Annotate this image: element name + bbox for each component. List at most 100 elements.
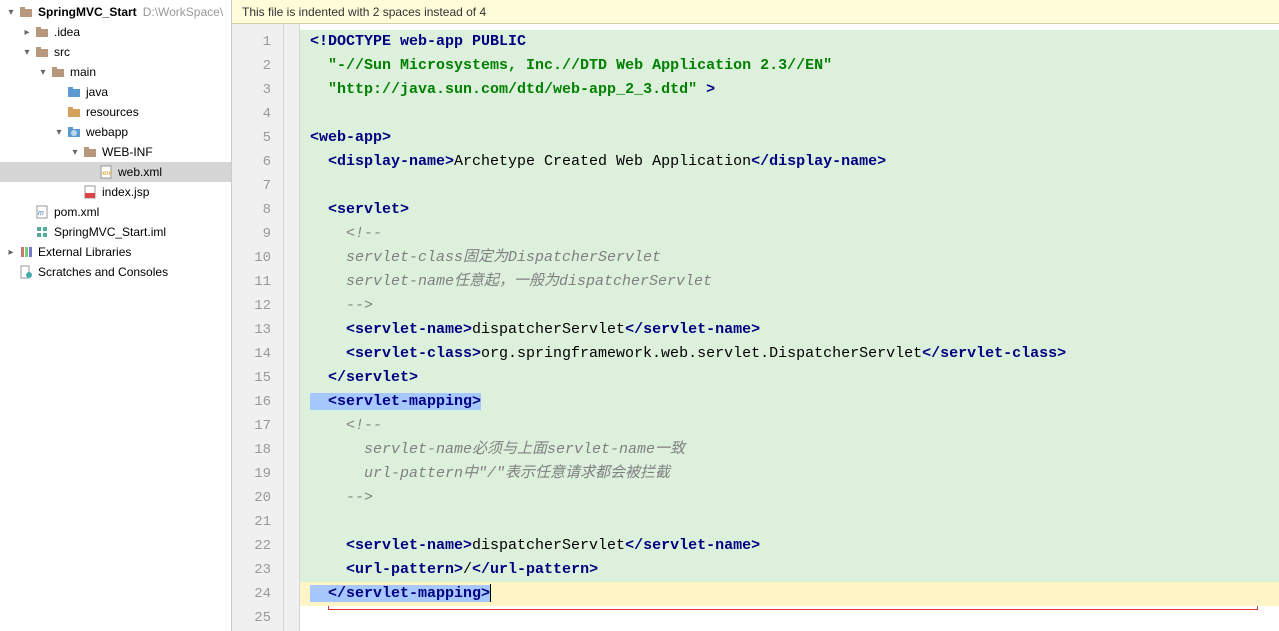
project-tree-panel[interactable]: ▾ SpringMVC_Start D:\WorkSpace\ ▸ .idea … [0, 0, 232, 631]
tree-label: pom.xml [54, 205, 99, 219]
line-number[interactable]: 6 [232, 150, 283, 174]
warning-text: This file is indented with 2 spaces inst… [242, 5, 486, 19]
line-number[interactable]: 11 [232, 270, 283, 294]
code-line[interactable] [300, 606, 1279, 630]
tree-node-webapp[interactable]: ▾ webapp [0, 122, 231, 142]
line-number[interactable]: 3 [232, 78, 283, 102]
line-number[interactable]: 9 [232, 222, 283, 246]
line-number[interactable]: 13 [232, 318, 283, 342]
line-number[interactable]: 8 [232, 198, 283, 222]
tree-node-scratches[interactable]: Scratches and Consoles [0, 262, 231, 282]
line-number[interactable]: 18 [232, 438, 283, 462]
code-line[interactable]: <servlet> [300, 198, 1279, 222]
code-line[interactable]: <servlet-name>dispatcherServlet</servlet… [300, 318, 1279, 342]
chevron-down-icon[interactable]: ▾ [4, 7, 18, 18]
fold-gutter[interactable] [284, 24, 300, 631]
ide-root: ▾ SpringMVC_Start D:\WorkSpace\ ▸ .idea … [0, 0, 1279, 631]
code-line[interactable]: <!-- [300, 414, 1279, 438]
line-number[interactable]: 14 [232, 342, 283, 366]
code-line[interactable]: </servlet-mapping> [300, 582, 1279, 606]
line-number[interactable]: 16 [232, 390, 283, 414]
chevron-right-icon[interactable]: ▸ [20, 27, 34, 38]
line-number[interactable]: 24 [232, 582, 283, 606]
text-caret [490, 584, 491, 602]
tree-node-src[interactable]: ▾ src [0, 42, 231, 62]
code-line[interactable]: "-//Sun Microsystems, Inc.//DTD Web Appl… [300, 54, 1279, 78]
scratches-icon [18, 264, 34, 280]
line-number[interactable]: 22 [232, 534, 283, 558]
jsp-file-icon [82, 184, 98, 200]
chevron-down-icon[interactable]: ▾ [52, 127, 66, 138]
code-line[interactable]: "http://java.sun.com/dtd/web-app_2_3.dtd… [300, 78, 1279, 102]
tree-node-external-libraries[interactable]: ▸ External Libraries [0, 242, 231, 262]
xml-file-icon: xml [98, 164, 114, 180]
line-number[interactable]: 21 [232, 510, 283, 534]
editor-body[interactable]: 1 2 3 4 5 6 7 8 9 10 11 12 13 14 15 16 1… [232, 24, 1279, 631]
web-folder-icon [66, 124, 82, 140]
line-number[interactable]: 17 [232, 414, 283, 438]
line-number[interactable]: 7 [232, 174, 283, 198]
line-number[interactable]: 23 [232, 558, 283, 582]
tree-label: src [54, 45, 70, 59]
code-line[interactable]: servlet-name任意起，一般为dispatcherServlet [300, 270, 1279, 294]
chevron-down-icon[interactable]: ▾ [36, 67, 50, 78]
line-number[interactable]: 10 [232, 246, 283, 270]
tree-node-webinf[interactable]: ▾ WEB-INF [0, 142, 231, 162]
code-line[interactable] [300, 174, 1279, 198]
line-number[interactable]: 15 [232, 366, 283, 390]
line-number[interactable]: 12 [232, 294, 283, 318]
svg-text:xml: xml [102, 171, 111, 177]
chevron-down-icon[interactable]: ▾ [20, 47, 34, 58]
indentation-warning-bar[interactable]: This file is indented with 2 spaces inst… [232, 0, 1279, 24]
code-line[interactable]: <!DOCTYPE web-app PUBLIC [300, 30, 1279, 54]
line-number[interactable]: 2 [232, 54, 283, 78]
code-line[interactable]: <url-pattern>/</url-pattern> [300, 558, 1279, 582]
project-path: D:\WorkSpace\ [143, 5, 223, 19]
code-line[interactable]: </servlet> [300, 366, 1279, 390]
code-line[interactable]: <servlet-class>org.springframework.web.s… [300, 342, 1279, 366]
code-content[interactable]: <!DOCTYPE web-app PUBLIC "-//Sun Microsy… [300, 24, 1279, 631]
code-line[interactable]: servlet-class固定为DispatcherServlet [300, 246, 1279, 270]
tree-node-project-root[interactable]: ▾ SpringMVC_Start D:\WorkSpace\ [0, 2, 231, 22]
tree-node-main[interactable]: ▾ main [0, 62, 231, 82]
code-line[interactable]: <display-name>Archetype Created Web Appl… [300, 150, 1279, 174]
code-line[interactable]: --> [300, 486, 1279, 510]
code-line[interactable]: <servlet-name>dispatcherServlet</servlet… [300, 534, 1279, 558]
code-line[interactable]: --> [300, 294, 1279, 318]
tree-label: Scratches and Consoles [38, 265, 168, 279]
tree-node-java[interactable]: java [0, 82, 231, 102]
tree-node-pom[interactable]: m pom.xml [0, 202, 231, 222]
tree-node-idea[interactable]: ▸ .idea [0, 22, 231, 42]
chevron-right-icon[interactable]: ▸ [4, 247, 18, 258]
chevron-down-icon[interactable]: ▾ [68, 147, 82, 158]
tree-label: java [86, 85, 108, 99]
tree-node-webxml[interactable]: xml web.xml [0, 162, 231, 182]
code-line[interactable]: url-pattern中"/"表示任意请求都会被拦截 [300, 462, 1279, 486]
line-number[interactable]: 25 [232, 606, 283, 630]
line-number[interactable]: 1 [232, 30, 283, 54]
tree-node-iml[interactable]: SpringMVC_Start.iml [0, 222, 231, 242]
module-file-icon [34, 224, 50, 240]
resources-folder-icon [66, 104, 82, 120]
code-line[interactable] [300, 102, 1279, 126]
tree-label: .idea [54, 25, 80, 39]
folder-icon [82, 144, 98, 160]
tree-label: main [70, 65, 96, 79]
project-name: SpringMVC_Start [38, 5, 137, 19]
line-number[interactable]: 5 [232, 126, 283, 150]
tree-label: webapp [86, 125, 128, 139]
line-number[interactable]: 4 [232, 102, 283, 126]
tree-node-indexjsp[interactable]: index.jsp [0, 182, 231, 202]
maven-file-icon: m [34, 204, 50, 220]
code-line[interactable]: <!-- [300, 222, 1279, 246]
code-line[interactable]: <web-app> [300, 126, 1279, 150]
code-line[interactable] [300, 510, 1279, 534]
line-number[interactable]: 19 [232, 462, 283, 486]
line-number[interactable]: 20 [232, 486, 283, 510]
folder-icon [34, 44, 50, 60]
code-line[interactable]: servlet-name必须与上面servlet-name一致 [300, 438, 1279, 462]
editor-area: This file is indented with 2 spaces inst… [232, 0, 1279, 631]
tree-node-resources[interactable]: resources [0, 102, 231, 122]
code-line[interactable]: <servlet-mapping> [300, 390, 1279, 414]
line-number-gutter[interactable]: 1 2 3 4 5 6 7 8 9 10 11 12 13 14 15 16 1… [232, 24, 284, 631]
